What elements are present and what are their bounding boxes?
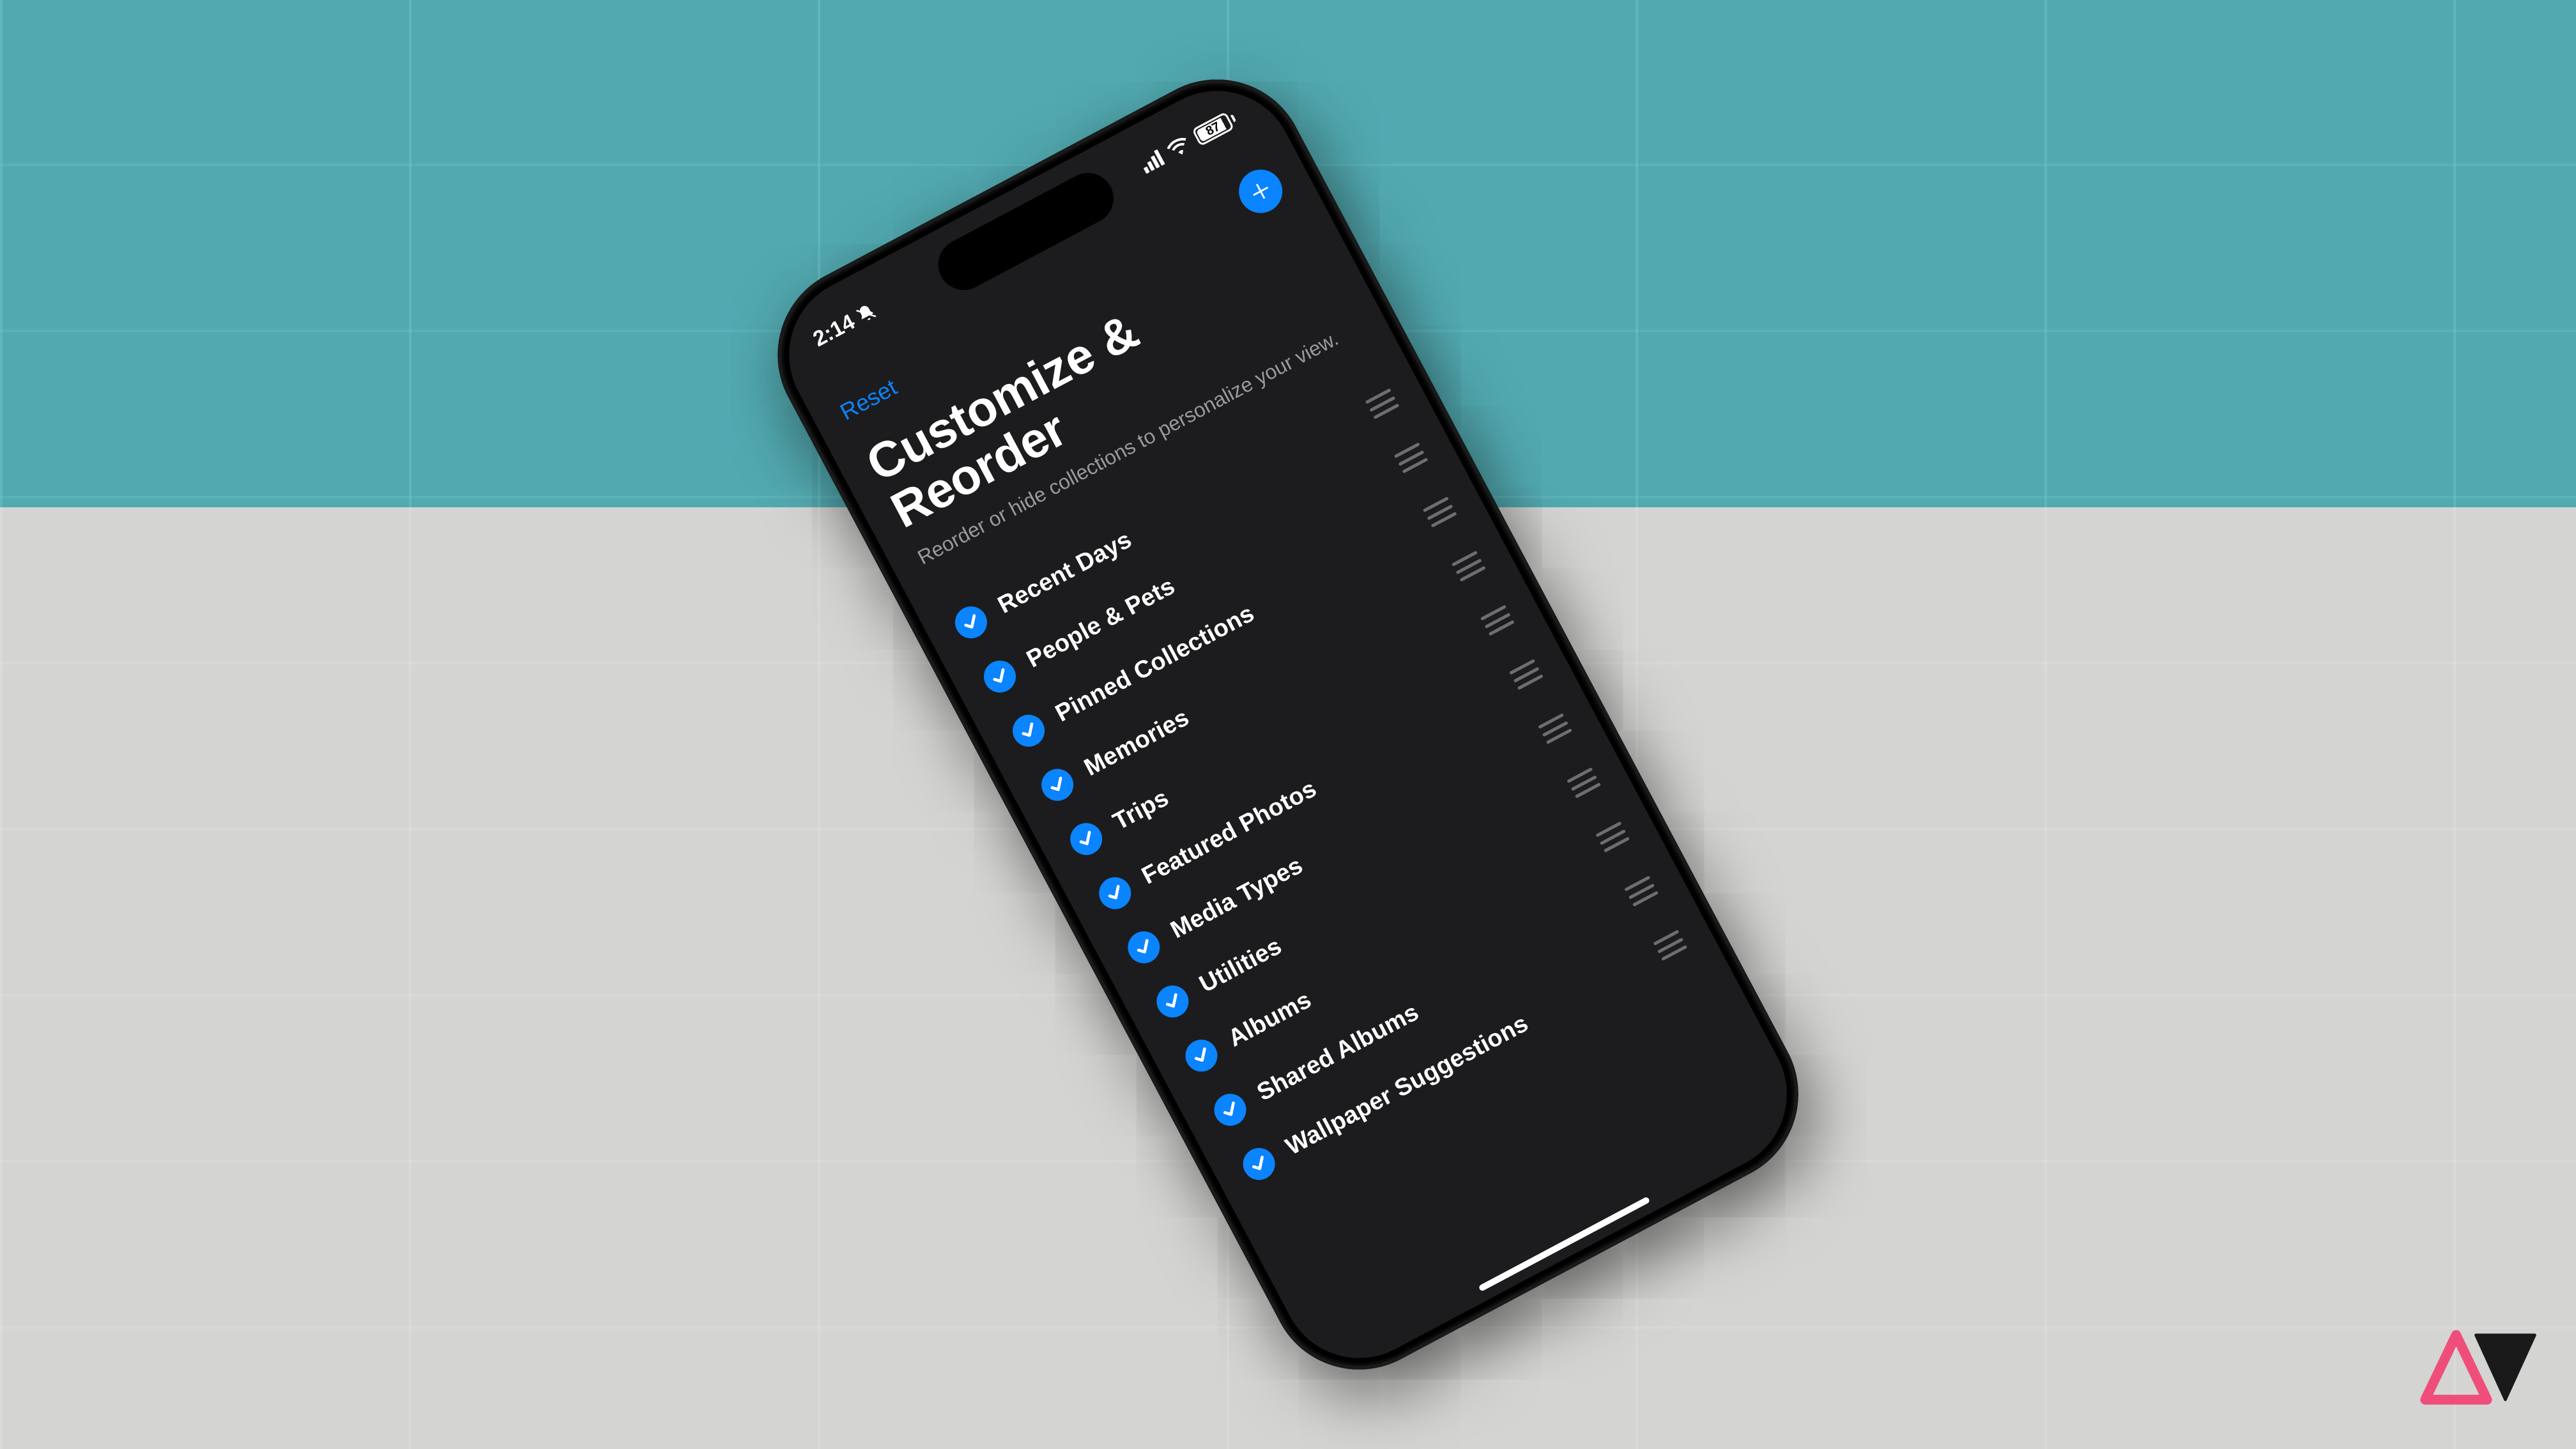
checkmark-toggle[interactable]	[1064, 817, 1108, 861]
checkmark-toggle[interactable]	[1238, 1142, 1281, 1186]
checkmark-toggle[interactable]	[1036, 763, 1079, 807]
checkmark-toggle[interactable]	[949, 601, 993, 644]
drag-handle-icon[interactable]	[1480, 605, 1515, 636]
checkmark-toggle[interactable]	[1151, 980, 1195, 1023]
cellular-icon	[1138, 150, 1165, 174]
bell-slash-icon	[853, 300, 879, 326]
checkmark-toggle[interactable]	[1007, 709, 1050, 753]
checkmark-toggle[interactable]	[1180, 1034, 1223, 1077]
drag-handle-icon[interactable]	[1509, 659, 1544, 690]
checkmark-toggle[interactable]	[1123, 926, 1166, 969]
drag-handle-icon[interactable]	[1595, 822, 1630, 853]
drag-handle-icon[interactable]	[1567, 767, 1601, 799]
reset-button[interactable]: Reset	[836, 374, 901, 425]
drag-handle-icon[interactable]	[1423, 496, 1457, 528]
drag-handle-icon[interactable]	[1624, 875, 1659, 907]
drag-handle-icon[interactable]	[1365, 388, 1400, 419]
checkmark-toggle[interactable]	[1093, 871, 1137, 915]
checkmark-toggle[interactable]	[1209, 1088, 1252, 1131]
battery-percent: 87	[1203, 119, 1222, 139]
drag-handle-icon[interactable]	[1653, 930, 1687, 961]
watermark-logo	[2397, 1315, 2538, 1417]
add-button[interactable]	[1231, 162, 1290, 220]
status-time: 2:14	[809, 309, 859, 351]
checkmark-toggle[interactable]	[978, 655, 1022, 698]
drag-handle-icon[interactable]	[1452, 551, 1486, 582]
battery-indicator: 87	[1192, 109, 1239, 146]
wifi-icon	[1165, 135, 1192, 160]
plus-icon	[1246, 176, 1275, 206]
drag-handle-icon[interactable]	[1394, 442, 1429, 473]
drag-handle-icon[interactable]	[1538, 713, 1572, 744]
